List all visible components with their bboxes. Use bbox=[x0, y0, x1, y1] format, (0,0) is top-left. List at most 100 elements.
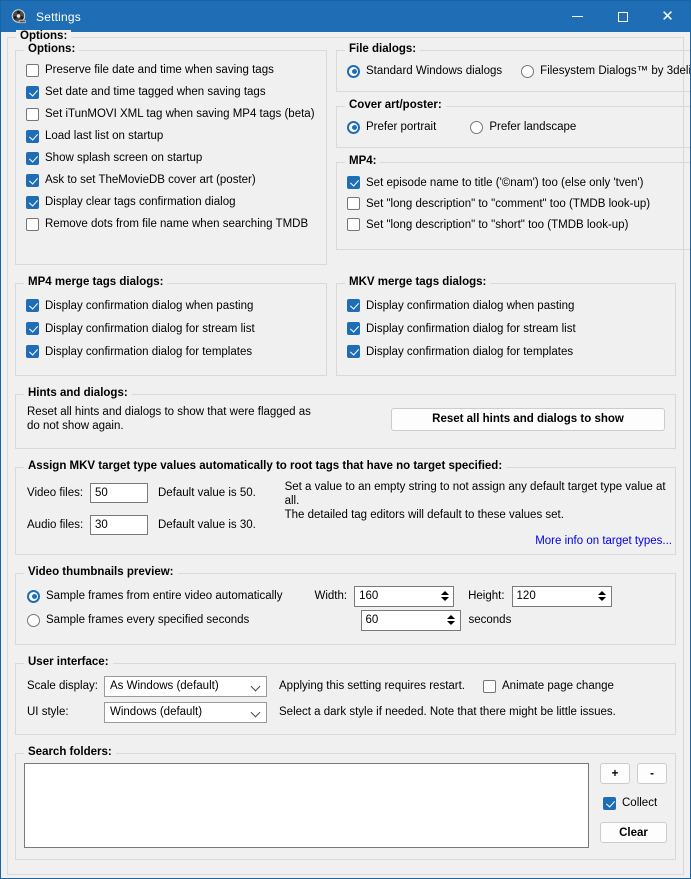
option-label: Set "long description" to "comment" too … bbox=[366, 197, 651, 210]
option-mkv-confirm-templates[interactable]: Display confirmation dialog for template… bbox=[347, 340, 675, 363]
option-mp4-confirm-templates[interactable]: Display confirmation dialog for template… bbox=[26, 340, 326, 363]
merge-row: MP4 merge tags dialogs: Display confirma… bbox=[15, 276, 676, 376]
radio-prefer-portrait[interactable]: Prefer portrait bbox=[347, 118, 436, 136]
mkv-merge-list: Display confirmation dialog when pasting… bbox=[337, 284, 675, 368]
width-value: 160 bbox=[359, 590, 379, 602]
add-folder-button[interactable]: + bbox=[600, 763, 630, 784]
option-load-last-list[interactable]: Load last list on startup bbox=[26, 125, 326, 147]
checkbox[interactable] bbox=[483, 679, 497, 693]
option-mp4-confirm-pasting[interactable]: Display confirmation dialog when pasting bbox=[26, 294, 326, 317]
checkbox[interactable] bbox=[26, 217, 39, 231]
ui-style-label: UI style: bbox=[27, 706, 69, 718]
minimize-button[interactable] bbox=[555, 1, 600, 32]
radio-standard-windows-dialogs[interactable]: Standard Windows dialogs bbox=[347, 62, 502, 80]
spinner-arrows-icon[interactable] bbox=[443, 611, 460, 630]
checkbox[interactable] bbox=[26, 345, 39, 358]
video-files-input[interactable]: 50 bbox=[90, 483, 148, 503]
radio-sample-every-seconds[interactable]: Sample frames every specified seconds bbox=[27, 608, 283, 632]
radio-filesystem-dialogs[interactable]: Filesystem Dialogs™ by 3delite bbox=[521, 62, 690, 80]
checkbox[interactable] bbox=[26, 85, 39, 99]
option-label: Set episode name to title ('©nam') too (… bbox=[366, 176, 644, 189]
checkbox[interactable] bbox=[26, 299, 39, 312]
radio-label: Sample frames from entire video automati… bbox=[46, 590, 283, 602]
mp4-legend: MP4: bbox=[345, 155, 381, 167]
option-ask-cover-art[interactable]: Ask to set TheMovieDB cover art (poster) bbox=[26, 169, 326, 191]
close-button[interactable]: ✕ bbox=[645, 1, 690, 32]
option-remove-dots[interactable]: Remove dots from file name when searchin… bbox=[26, 213, 326, 235]
checkbox[interactable] bbox=[26, 107, 39, 121]
search-folders-list[interactable] bbox=[24, 763, 589, 848]
mkv-target-notes: Set a value to an empty string to not as… bbox=[285, 480, 675, 548]
checkbox[interactable] bbox=[347, 176, 360, 189]
clear-folders-button[interactable]: Clear bbox=[600, 822, 667, 843]
thumbnails-legend: Video thumbnails preview: bbox=[24, 566, 178, 578]
radio[interactable] bbox=[347, 64, 360, 78]
option-label: Display confirmation dialog for stream l… bbox=[366, 322, 576, 335]
seconds-spinner[interactable]: 60 bbox=[360, 609, 461, 631]
option-label: Ask to set TheMovieDB cover art (poster) bbox=[45, 174, 256, 186]
height-value: 120 bbox=[516, 590, 536, 602]
option-animate-page-change[interactable]: Animate page change bbox=[483, 677, 614, 695]
more-info-link[interactable]: More info on target types... bbox=[285, 534, 675, 548]
option-splash-screen[interactable]: Show splash screen on startup bbox=[26, 147, 326, 169]
mkv-target-fields: Video files: 50 Default value is 50. Aud… bbox=[27, 480, 277, 548]
option-preserve-file-date[interactable]: Preserve file date and time when saving … bbox=[26, 59, 326, 81]
option-episode-name-to-title[interactable]: Set episode name to title ('©nam') too (… bbox=[347, 172, 690, 193]
option-long-description-short[interactable]: Set "long description" to "short" too (T… bbox=[347, 214, 690, 235]
option-label: Display confirmation dialog when pasting bbox=[45, 299, 254, 312]
audio-files-input[interactable]: 30 bbox=[90, 515, 148, 535]
radio-sample-entire-video[interactable]: Sample frames from entire video automati… bbox=[27, 584, 283, 608]
checkbox[interactable] bbox=[26, 63, 39, 77]
radio[interactable] bbox=[27, 589, 40, 603]
radio[interactable] bbox=[470, 120, 484, 134]
thumbnails-group: Video thumbnails preview: Sample frames … bbox=[15, 566, 676, 645]
option-itunmovi-xml[interactable]: Set iTunMOVI XML tag when saving MP4 tag… bbox=[26, 103, 326, 125]
ui-style-select[interactable]: Windows (default) bbox=[104, 701, 267, 723]
right-column: File dialogs: Standard Windows dialogs F… bbox=[336, 43, 690, 265]
option-mkv-confirm-stream-list[interactable]: Display confirmation dialog for stream l… bbox=[347, 317, 675, 340]
maximize-button[interactable] bbox=[600, 1, 645, 32]
option-collect[interactable]: Collect bbox=[603, 793, 667, 813]
radio-prefer-landscape[interactable]: Prefer landscape bbox=[470, 118, 576, 136]
option-clear-tags-dialog[interactable]: Display clear tags confirmation dialog bbox=[26, 191, 326, 213]
checkbox[interactable] bbox=[26, 195, 39, 209]
option-label: Load last list on startup bbox=[45, 130, 164, 142]
settings-content: Options: Options: Preserve file date and… bbox=[1, 30, 690, 878]
checkbox[interactable] bbox=[347, 299, 360, 312]
checkbox[interactable] bbox=[603, 796, 616, 810]
window-title: Settings bbox=[36, 9, 81, 24]
mkv-target-group: Assign MKV target type values automatica… bbox=[15, 460, 676, 555]
checkbox[interactable] bbox=[347, 197, 360, 210]
mkv-merge-column: MKV merge tags dialogs: Display confirma… bbox=[336, 276, 676, 376]
checkbox[interactable] bbox=[347, 218, 360, 231]
checkbox[interactable] bbox=[347, 345, 360, 358]
spinner-arrows-icon[interactable] bbox=[436, 587, 453, 606]
checkbox[interactable] bbox=[26, 322, 39, 335]
spinner-arrows-icon[interactable] bbox=[594, 587, 611, 606]
radio[interactable] bbox=[27, 613, 40, 627]
option-mkv-confirm-pasting[interactable]: Display confirmation dialog when pasting bbox=[347, 294, 675, 317]
option-label: Display confirmation dialog when pasting bbox=[366, 299, 575, 312]
search-folders-legend: Search folders: bbox=[24, 746, 116, 758]
checkbox[interactable] bbox=[26, 173, 39, 187]
checkbox[interactable] bbox=[347, 322, 360, 335]
option-set-date-time-tagged[interactable]: Set date and time tagged when saving tag… bbox=[26, 81, 326, 103]
hints-group: Hints and dialogs: Reset all hints and d… bbox=[15, 387, 676, 449]
height-spinner[interactable]: 120 bbox=[511, 585, 612, 607]
option-mp4-confirm-stream-list[interactable]: Display confirmation dialog for stream l… bbox=[26, 317, 326, 340]
thumbnails-modes: Sample frames from entire video automati… bbox=[27, 584, 283, 632]
checkbox[interactable] bbox=[26, 129, 39, 143]
user-interface-group: User interface: Scale display: As Window… bbox=[15, 656, 676, 735]
radio[interactable] bbox=[521, 64, 535, 78]
radio[interactable] bbox=[347, 120, 360, 134]
width-spinner[interactable]: 160 bbox=[354, 585, 455, 607]
option-long-description-comment[interactable]: Set "long description" to "comment" too … bbox=[347, 193, 690, 214]
scale-display-select[interactable]: As Windows (default) bbox=[104, 675, 267, 697]
remove-folder-button[interactable]: - bbox=[637, 763, 667, 784]
video-files-label: Video files: bbox=[27, 487, 84, 499]
settings-window: Settings ✕ Options: Options: Preserve fi… bbox=[0, 0, 691, 879]
search-folders-group: Search folders: + - Collect Clear bbox=[15, 746, 676, 860]
reset-hints-button[interactable]: Reset all hints and dialogs to show bbox=[391, 407, 665, 431]
options-group: Options: Preserve file date and time whe… bbox=[15, 43, 327, 265]
checkbox[interactable] bbox=[26, 151, 39, 165]
